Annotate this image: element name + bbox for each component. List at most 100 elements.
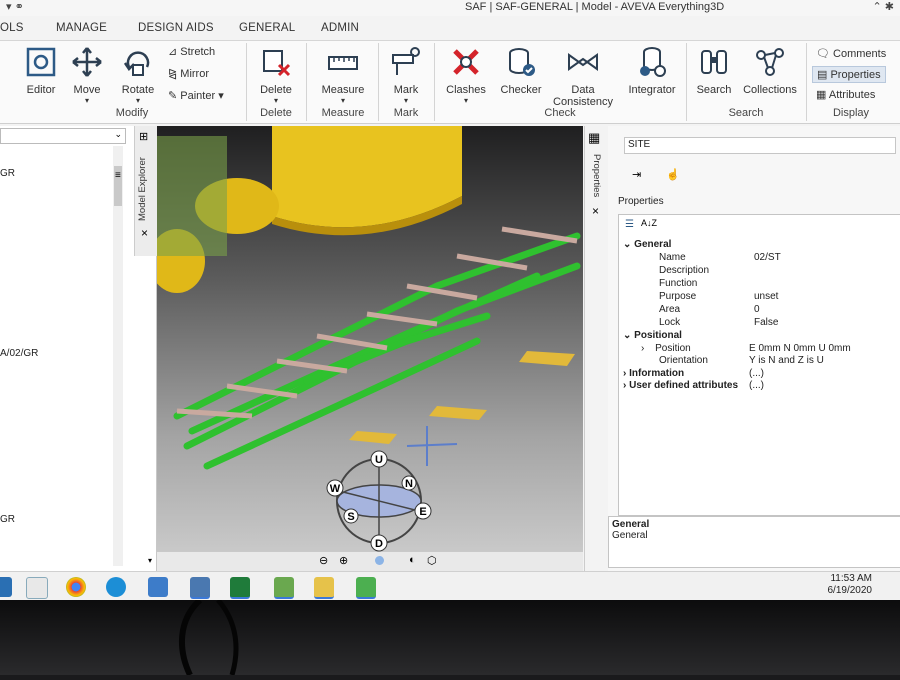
attributes-button[interactable]: ▦ Attributes bbox=[816, 88, 875, 101]
description-text: General bbox=[612, 530, 648, 541]
tree-item[interactable]: GR bbox=[0, 168, 15, 179]
tab-tools[interactable]: OLS bbox=[0, 22, 24, 34]
general-section[interactable]: ⌄ General bbox=[623, 239, 671, 250]
move-button[interactable]: Move ▾ bbox=[66, 45, 108, 105]
delete-button[interactable]: Delete ▾ bbox=[254, 45, 298, 105]
tab-design-aids[interactable]: DESIGN AIDS bbox=[138, 22, 214, 34]
prop-name: Position bbox=[655, 343, 691, 354]
prop-value[interactable]: unset bbox=[754, 291, 778, 302]
view-compass[interactable] bbox=[336, 458, 422, 544]
prop-name: Purpose bbox=[659, 291, 697, 302]
sort-az-button[interactable]: A↓Z bbox=[641, 218, 657, 228]
forward-arrow-icon[interactable]: ⊕ bbox=[339, 554, 348, 567]
taskbar-wifi-icon[interactable] bbox=[26, 577, 48, 599]
close-icon[interactable]: × bbox=[592, 204, 599, 218]
explorer-scrollbar[interactable] bbox=[113, 146, 123, 566]
prop-value[interactable]: 0 bbox=[754, 304, 760, 315]
back-arrow-icon[interactable]: ⊖ bbox=[319, 554, 328, 567]
general-section-label: General bbox=[634, 239, 672, 250]
data-consistency-button[interactable]: Data Consistency bbox=[550, 45, 616, 108]
chevron-down-icon: ⌄ bbox=[114, 129, 122, 139]
categorized-icon[interactable]: ☰ bbox=[625, 219, 634, 230]
close-icon[interactable]: × bbox=[141, 226, 148, 240]
model-explorer-tab[interactable]: ⊞ Model Explorer × bbox=[134, 126, 157, 256]
prop-value[interactable]: 02/ST bbox=[754, 252, 781, 263]
tab-admin[interactable]: ADMIN bbox=[321, 22, 359, 34]
chrome-icon[interactable] bbox=[66, 577, 86, 597]
mail-icon[interactable] bbox=[148, 577, 168, 597]
comments-button[interactable]: 🗨 Comments bbox=[816, 47, 886, 60]
data-consistency-icon bbox=[568, 53, 598, 71]
ruler-icon bbox=[328, 56, 358, 70]
mark-button[interactable]: Mark ▾ bbox=[384, 45, 428, 105]
editor-button[interactable]: Editor bbox=[20, 45, 62, 96]
aveva-icon[interactable] bbox=[274, 577, 294, 599]
rotate-label: Rotate bbox=[121, 84, 155, 96]
information-section[interactable]: › Information bbox=[623, 368, 684, 379]
clock-time: 11:53 AM bbox=[830, 573, 872, 584]
explorer-dropdown[interactable]: ⌄ bbox=[0, 128, 126, 144]
delete-group-label: Delete bbox=[260, 107, 292, 119]
element-field[interactable]: SITE bbox=[624, 137, 896, 154]
tab-manage[interactable]: MANAGE bbox=[56, 22, 107, 34]
user-defined-value: (...) bbox=[749, 380, 764, 391]
mark-group-label: Mark bbox=[393, 107, 419, 119]
properties-tab[interactable]: ▦ Properties × bbox=[584, 126, 609, 571]
compass-south[interactable]: S bbox=[347, 511, 354, 523]
navisworks-icon[interactable] bbox=[230, 577, 250, 599]
checker-button[interactable]: Checker bbox=[496, 45, 546, 96]
prop-value[interactable]: E 0mm N 0mm U 0mm bbox=[749, 343, 851, 354]
collections-button[interactable]: Collections bbox=[740, 45, 800, 96]
position-row[interactable]: › Position bbox=[641, 343, 691, 354]
taskbar-app-icon[interactable] bbox=[0, 577, 12, 597]
painter-button[interactable]: ✎ Painter ▾ bbox=[168, 89, 224, 102]
integrator-button[interactable]: Integrator bbox=[622, 45, 682, 96]
title-bar: ▾ ⚭ SAF | SAF-GENERAL | Model - AVEVA Ev… bbox=[0, 0, 900, 16]
mirror-button[interactable]: ⧎ Mirror bbox=[168, 67, 209, 80]
menu-icon[interactable]: ≡ bbox=[115, 170, 121, 181]
stretch-label: Stretch bbox=[180, 46, 216, 58]
navigate-icon[interactable]: ⇥ bbox=[632, 168, 641, 181]
cube-icon[interactable]: ⬡ bbox=[427, 554, 437, 567]
positional-section[interactable]: ⌄ Positional bbox=[623, 330, 682, 341]
compass-down[interactable]: D bbox=[375, 538, 383, 550]
measure-button[interactable]: Measure ▾ bbox=[316, 45, 370, 105]
window-controls-icon[interactable]: ⌃ ✱ bbox=[873, 0, 895, 13]
clashes-button[interactable]: Clashes ▾ bbox=[442, 45, 490, 105]
user-defined-section[interactable]: › User defined attributes bbox=[623, 380, 738, 391]
rotate-button[interactable]: Rotate ▾ bbox=[116, 45, 160, 105]
scroll-down-icon[interactable]: ▾ bbox=[148, 556, 152, 565]
attributes-label: Attributes bbox=[828, 89, 876, 101]
search-button[interactable]: Search bbox=[692, 45, 736, 96]
compass-west[interactable]: W bbox=[330, 483, 341, 495]
compass-north[interactable]: N bbox=[405, 478, 413, 490]
pointer-icon[interactable]: ☝ bbox=[666, 168, 680, 181]
separator bbox=[434, 43, 435, 121]
photos-icon[interactable] bbox=[190, 577, 210, 599]
tree-item[interactable]: GR bbox=[0, 514, 15, 525]
search-label: Search bbox=[696, 84, 732, 96]
rotate-icon bbox=[123, 51, 150, 76]
data-consistency-label-1: Data bbox=[571, 84, 595, 96]
edge-icon[interactable] bbox=[106, 577, 126, 597]
tree-item[interactable]: A/02/GR bbox=[0, 348, 38, 359]
tab-general[interactable]: GENERAL bbox=[239, 22, 295, 34]
compass-east[interactable]: E bbox=[419, 506, 426, 518]
compass-up[interactable]: U bbox=[375, 454, 383, 466]
globe-icon[interactable]: ◐ bbox=[409, 554, 416, 566]
sheet-icon[interactable] bbox=[356, 577, 376, 599]
taskbar: 11:53 AM 6/19/2020 bbox=[0, 571, 900, 600]
prop-value[interactable]: Y is N and Z is U bbox=[749, 355, 824, 366]
stretch-button[interactable]: ⊿ Stretch bbox=[168, 45, 215, 58]
clashes-label: Clashes bbox=[446, 84, 486, 96]
quick-access-icon[interactable]: ▾ ⚭ bbox=[6, 0, 24, 13]
mark-label: Mark bbox=[393, 84, 419, 96]
3d-viewport[interactable]: U D N S E W ⊖ ⊕ ◐ ⬡ bbox=[157, 126, 583, 571]
clock[interactable]: 11:53 AM 6/19/2020 bbox=[828, 573, 873, 597]
prop-name: Description bbox=[659, 265, 710, 276]
modify-group-label: Modify bbox=[115, 107, 149, 119]
properties-button[interactable]: ▤ Properties bbox=[812, 66, 886, 83]
prop-value[interactable]: False bbox=[754, 317, 778, 328]
folder-icon[interactable] bbox=[314, 577, 334, 599]
home-dot-icon[interactable] bbox=[375, 556, 384, 565]
